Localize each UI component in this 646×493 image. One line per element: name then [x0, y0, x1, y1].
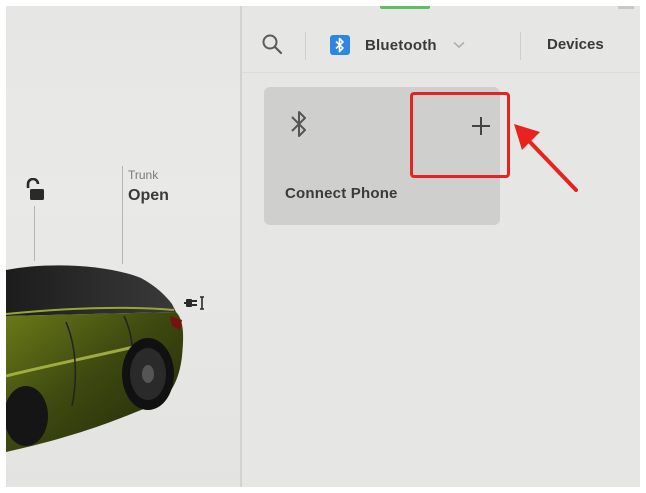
charge-port-icon[interactable] [184, 293, 208, 313]
devices-tab[interactable]: Devices [547, 36, 604, 53]
add-phone-button[interactable] [436, 95, 528, 177]
top-edge-hint [618, 6, 634, 9]
search-icon[interactable] [260, 32, 284, 56]
bluetooth-label: Bluetooth [365, 36, 437, 54]
unlocked-padlock-icon[interactable] [24, 178, 46, 204]
car-image [6, 265, 184, 452]
trunk-label: Trunk [128, 168, 159, 182]
vehicle-panel: Trunk Open [6, 6, 240, 487]
top-indicator [380, 6, 430, 9]
bluetooth-icon [291, 111, 306, 137]
lock-callout-line [34, 206, 35, 261]
trunk-open-button[interactable]: Open [128, 187, 169, 205]
connect-phone-label: Connect Phone [285, 185, 398, 202]
connect-phone-card[interactable]: Connect Phone [264, 87, 500, 225]
chevron-down-icon [453, 41, 465, 49]
bluetooth-dropdown[interactable]: Bluetooth [330, 32, 465, 58]
bluetooth-panel: Bluetooth Devices Connect Phone [242, 6, 640, 487]
plus-icon [472, 117, 490, 135]
trunk-callout-line [122, 166, 123, 264]
tesla-screen: Trunk Open Bluetooth Devices Connect Pho… [6, 6, 640, 487]
toolbar-separator [305, 32, 306, 60]
toolbar-separator [520, 32, 521, 60]
toolbar-bottom-line [242, 72, 640, 73]
bluetooth-badge-icon [330, 35, 350, 55]
